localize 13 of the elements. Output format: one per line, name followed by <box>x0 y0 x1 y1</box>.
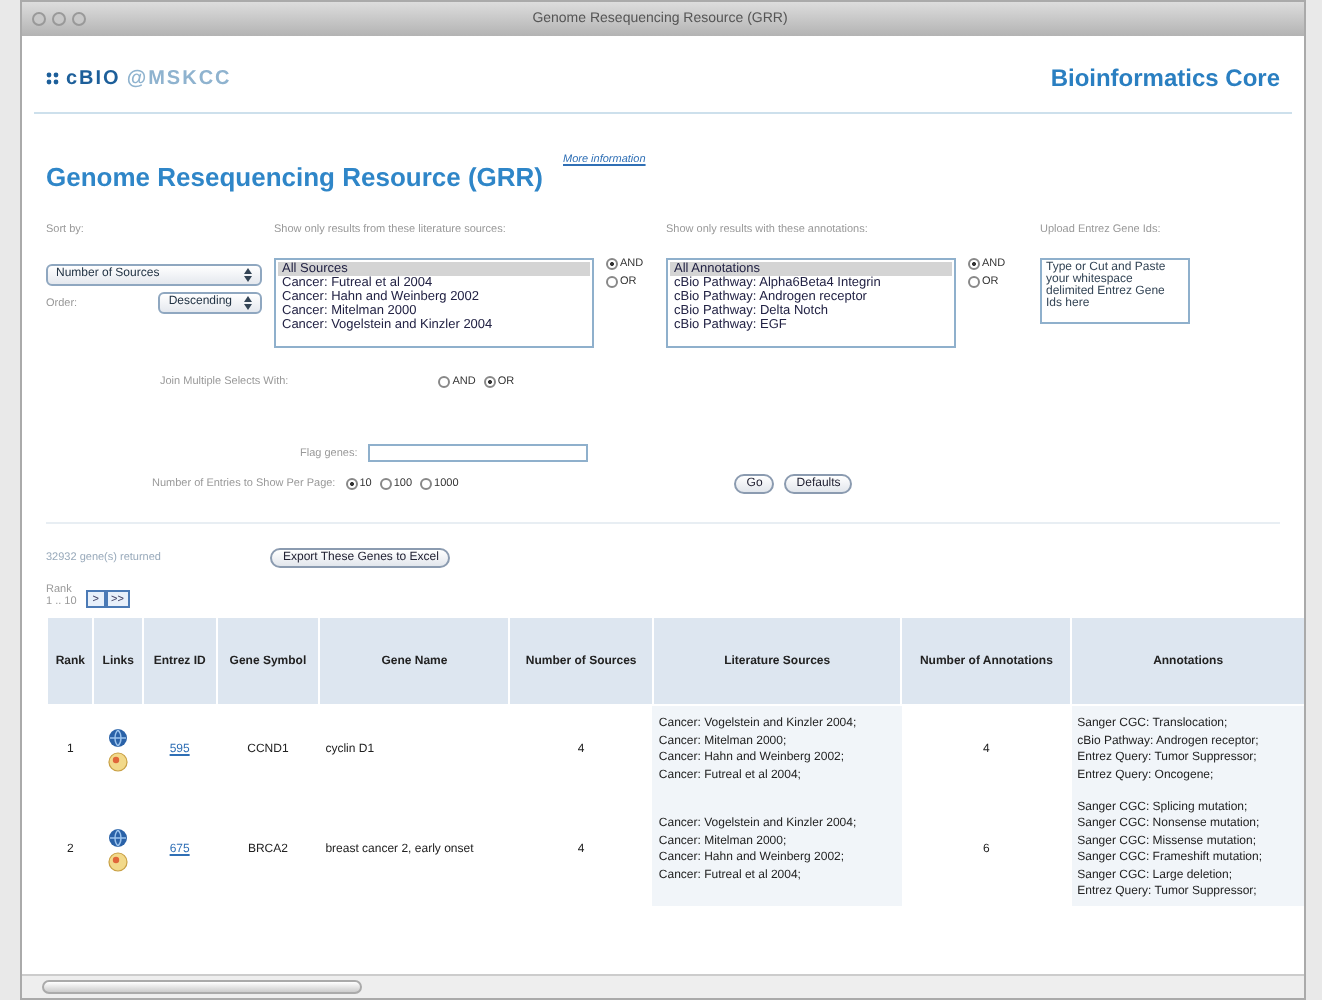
globe-icon[interactable] <box>108 728 129 749</box>
updown-arrows-icon <box>244 268 252 282</box>
dots-icon <box>46 71 60 85</box>
window-controls-icon[interactable] <box>32 12 86 26</box>
circle-icon[interactable] <box>108 752 129 773</box>
globe-icon[interactable] <box>108 828 129 848</box>
updown-arrows-icon <box>244 296 252 310</box>
flag-genes-field[interactable] <box>367 444 588 462</box>
page-title: Genome Resequencing Resource (GRR) <box>46 162 543 192</box>
circle-icon[interactable] <box>108 852 129 872</box>
horizontal-scrollbar[interactable] <box>22 974 1304 998</box>
site-title: Bioinformatics Core <box>1050 64 1280 92</box>
logo: cBIO @MSKCC <box>46 67 232 89</box>
